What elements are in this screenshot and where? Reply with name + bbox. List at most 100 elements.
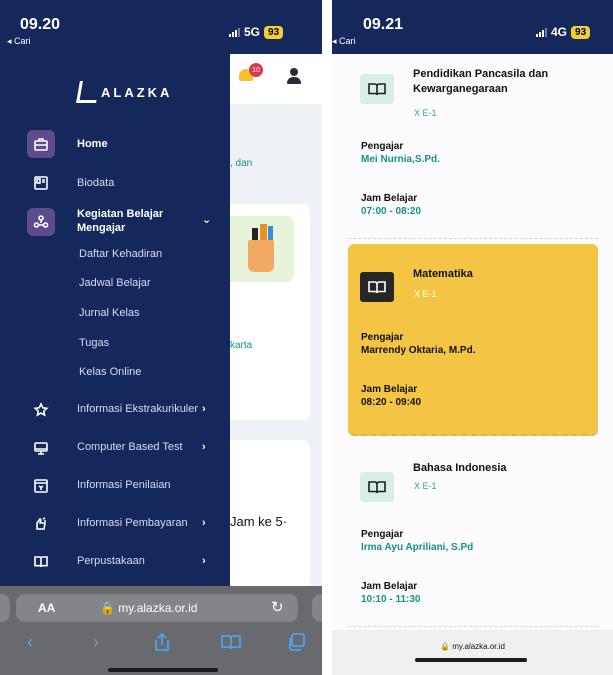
briefcase-icon (27, 130, 55, 158)
back-arrow-icon[interactable]: ‹ (27, 630, 33, 654)
chevron-down-icon: ⌄ (202, 214, 212, 226)
time-value: 10:10 - 11:30 (361, 594, 421, 605)
next-tab-edge[interactable] (312, 594, 322, 622)
report-card-icon (27, 472, 55, 500)
time-label: Jam Belajar (361, 193, 418, 204)
subject-title: Pendidikan Pancasila dan Kewarganegaraan (413, 68, 549, 95)
time-label: Jam Belajar (361, 581, 418, 592)
status-bar: 09.21 ◂ Cari 4G 93 (332, 0, 613, 54)
book-icon (360, 272, 394, 302)
submenu-tugas[interactable]: Tugas (79, 337, 109, 349)
teacher-label: Pengajar (361, 529, 404, 540)
menu-item-home[interactable]: Home (0, 130, 230, 158)
teacher-label: Pengajar (361, 332, 404, 343)
people-network-icon (27, 208, 55, 236)
teacher-name: Marrendy Oktaria, M.Pd. (361, 345, 476, 356)
submenu-jadwal-belajar[interactable]: Jadwal Belajar (79, 277, 151, 289)
card-divider (348, 238, 598, 239)
chevron-right-icon: › (202, 441, 206, 453)
submenu-jurnal-kelas[interactable]: Jurnal Kelas (79, 307, 140, 319)
right-phone-screen: 09.21 ◂ Cari 4G 93 Pendidikan Pancasila … (332, 0, 613, 675)
background-page: 10 , dan karta Jam ke 5· (230, 54, 322, 586)
peek-text: , dan (230, 158, 253, 169)
menu-label-perpustakaan: Perpustakaan (77, 555, 145, 567)
tabs-icon[interactable] (287, 630, 305, 657)
time-value: 08:20 - 09:40 (361, 397, 422, 408)
schedule-card[interactable]: Bahasa Indonesia X E-1 Pengajar Irma Ayu… (348, 448, 598, 626)
app-top-bar: 10 (230, 54, 322, 104)
stationery-illustration (230, 216, 294, 282)
schedule-card[interactable]: Pendidikan Pancasila dan Kewarganegaraan… (348, 54, 598, 232)
class-label: X E-1 (414, 289, 437, 299)
time-label: Jam Belajar (361, 384, 418, 395)
chevron-right-icon: › (202, 403, 206, 415)
status-indicators: 4G 93 (536, 25, 591, 39)
navigation-drawer: ALAZKA Home Biodata Kegiatan Belajar Men… (0, 54, 230, 586)
peek-text: Jam ke 5· (230, 514, 288, 529)
signal-icon (229, 27, 240, 37)
menu-item-cbt[interactable]: Computer Based Test › (0, 434, 230, 462)
status-bar: 09.20 ◂ Cari 5G 93 (0, 0, 322, 54)
menu-item-penilaian[interactable]: Informasi Penilaian (0, 472, 230, 500)
open-book-icon (27, 548, 55, 576)
menu-item-perpustakaan[interactable]: Perpustakaan › (0, 548, 230, 576)
browser-toolbar: AA 🔒 my.alazka.or.id ↻ ‹ › (0, 586, 322, 675)
teacher-name: Irma Ayu Apriliani, S.Pd (361, 542, 474, 553)
reload-icon[interactable]: ↻ (271, 598, 284, 616)
menu-label-ekstrakurikuler: Informasi Ekstrakurikuler (77, 403, 199, 415)
reader-options-button[interactable]: AA (38, 601, 55, 615)
book-icon (360, 472, 394, 502)
home-indicator (108, 668, 218, 672)
alazka-logo: ALAZKA (76, 81, 173, 103)
notification-count-badge: 10 (249, 63, 263, 77)
menu-label-kbm: Kegiatan Belajar Mengajar (77, 208, 164, 234)
left-phone-screen: 09.20 ◂ Cari 5G 93 ALAZKA Home Biodata K… (0, 0, 322, 675)
signal-icon (536, 27, 547, 37)
peek-text: karta (230, 340, 253, 351)
schedule-card-active[interactable]: Matematika X E-1 Pengajar Marrendy Oktar… (348, 244, 598, 436)
star-icon (27, 396, 55, 424)
forward-arrow-icon[interactable]: › (93, 630, 99, 654)
card-divider (348, 626, 598, 627)
submenu-daftar-kehadiran[interactable]: Daftar Kehadiran (79, 248, 162, 260)
hand-payment-icon (27, 510, 55, 538)
notification-bell-icon[interactable]: 10 (237, 63, 263, 83)
class-label: X E-1 (414, 108, 437, 118)
url-text: 🔒 my.alazka.or.id (100, 601, 198, 615)
menu-label-biodata: Biodata (77, 177, 115, 189)
chevron-right-icon: › (202, 555, 206, 567)
address-bar[interactable]: AA 🔒 my.alazka.or.id ↻ (16, 594, 298, 622)
teacher-label: Pengajar (361, 141, 404, 152)
submenu-kelas-online[interactable]: Kelas Online (79, 366, 141, 378)
subject-title: Bahasa Indonesia (413, 462, 507, 474)
book-icon (360, 74, 394, 104)
menu-label-penilaian: Informasi Penilaian (77, 479, 171, 491)
back-to-search-link[interactable]: ◂ Cari (7, 36, 31, 47)
menu-label-home: Home (77, 138, 108, 150)
network-type: 5G (244, 25, 261, 39)
user-profile-icon[interactable] (287, 68, 301, 84)
teacher-name: Mei Nurnia,S.Pd. (361, 154, 440, 165)
class-label: X E-1 (414, 481, 437, 491)
bookmarks-icon[interactable] (221, 630, 241, 656)
battery-icon: 93 (264, 25, 284, 39)
menu-item-pembayaran[interactable]: Informasi Pembayaran › (0, 510, 230, 538)
network-type: 4G (551, 25, 568, 39)
id-card-icon (27, 169, 55, 197)
menu-item-kbm[interactable]: Kegiatan Belajar Mengajar ⌄ (0, 206, 230, 238)
menu-item-biodata[interactable]: Biodata (0, 169, 230, 197)
status-time: 09.21 (363, 16, 404, 33)
menu-label-cbt: Computer Based Test (77, 441, 183, 453)
share-icon[interactable] (154, 630, 170, 657)
time-value: 07:00 - 08:20 (361, 206, 422, 217)
previous-tab-edge[interactable] (0, 594, 10, 622)
menu-item-ekstrakurikuler[interactable]: Informasi Ekstrakurikuler › (0, 396, 230, 424)
status-indicators: 5G 93 (229, 25, 284, 39)
menu-label-pembayaran: Informasi Pembayaran (77, 517, 188, 529)
logo-text: ALAZKA (101, 84, 173, 100)
url-text[interactable]: 🔒 my.alazka.or.id (332, 642, 613, 651)
battery-icon: 93 (571, 25, 591, 39)
logo-mark-icon (76, 81, 100, 103)
subject-title: Matematika (413, 268, 473, 280)
back-to-search-link[interactable]: ◂ Cari (332, 36, 356, 47)
